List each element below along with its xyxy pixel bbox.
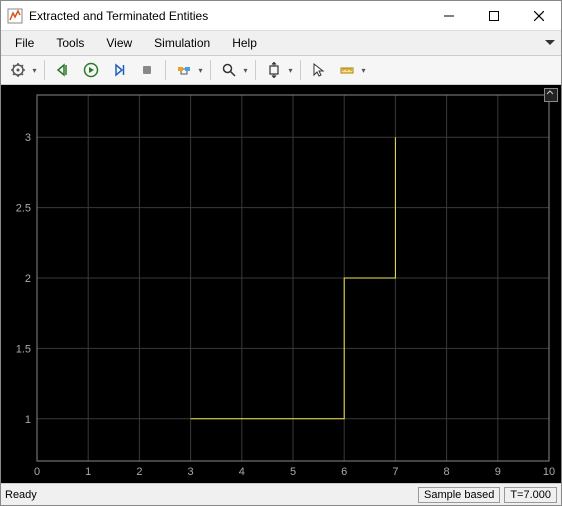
title-bar: Extracted and Terminated Entities — [1, 1, 561, 31]
stop-button[interactable] — [134, 58, 160, 82]
window-title: Extracted and Terminated Entities — [29, 9, 426, 23]
zoom-button[interactable] — [216, 58, 242, 82]
step-back-button[interactable] — [50, 58, 76, 82]
svg-text:3: 3 — [25, 132, 31, 144]
svg-text:1: 1 — [85, 466, 91, 478]
svg-text:2.5: 2.5 — [16, 203, 31, 215]
status-ready: Ready — [5, 489, 414, 501]
app-icon — [7, 8, 23, 24]
run-button[interactable] — [78, 58, 104, 82]
separator — [44, 60, 45, 80]
svg-text:10: 10 — [543, 466, 555, 478]
settings-dropdown[interactable]: ▾ — [30, 66, 39, 75]
autoscale-dropdown[interactable]: ▾ — [286, 66, 295, 75]
scope-plot[interactable]: 0 1 2 3 4 5 6 7 8 9 10 1 1.5 2 2.5 3 — [1, 85, 561, 483]
menu-simulation[interactable]: Simulation — [146, 34, 218, 52]
svg-text:4: 4 — [239, 466, 245, 478]
svg-text:7: 7 — [392, 466, 398, 478]
menu-expand-icon[interactable] — [545, 36, 555, 50]
separator — [210, 60, 211, 80]
separator — [300, 60, 301, 80]
menu-tools[interactable]: Tools — [48, 34, 92, 52]
status-bar: Ready Sample based T=7.000 — [1, 483, 561, 505]
status-sample: Sample based — [418, 487, 500, 503]
status-time: T=7.000 — [504, 487, 557, 503]
highlight-dropdown[interactable]: ▾ — [196, 66, 205, 75]
svg-text:5: 5 — [290, 466, 296, 478]
measure-button[interactable] — [334, 58, 360, 82]
menu-file[interactable]: File — [7, 34, 42, 52]
svg-text:9: 9 — [495, 466, 501, 478]
separator — [255, 60, 256, 80]
svg-text:2: 2 — [136, 466, 142, 478]
svg-text:2: 2 — [25, 273, 31, 285]
measure-dropdown[interactable]: ▾ — [359, 66, 368, 75]
svg-text:0: 0 — [34, 466, 40, 478]
separator — [165, 60, 166, 80]
zoom-dropdown[interactable]: ▾ — [241, 66, 250, 75]
svg-text:1.5: 1.5 — [16, 343, 31, 355]
highlight-button[interactable] — [171, 58, 197, 82]
svg-text:6: 6 — [341, 466, 347, 478]
menu-view[interactable]: View — [98, 34, 140, 52]
toolbar: ▾ ▾ ▾ ▾ ▾ — [1, 55, 561, 85]
autoscale-button[interactable] — [261, 58, 287, 82]
svg-text:1: 1 — [25, 414, 31, 426]
maximize-button[interactable] — [471, 1, 516, 31]
svg-text:3: 3 — [188, 466, 194, 478]
maximize-axes-icon[interactable] — [544, 88, 558, 102]
menu-help[interactable]: Help — [224, 34, 265, 52]
settings-button[interactable] — [5, 58, 31, 82]
menu-bar: File Tools View Simulation Help — [1, 31, 561, 55]
svg-text:8: 8 — [444, 466, 450, 478]
close-button[interactable] — [516, 1, 561, 31]
step-forward-button[interactable] — [106, 58, 132, 82]
minimize-button[interactable] — [426, 1, 471, 31]
cursor-button[interactable] — [306, 58, 332, 82]
